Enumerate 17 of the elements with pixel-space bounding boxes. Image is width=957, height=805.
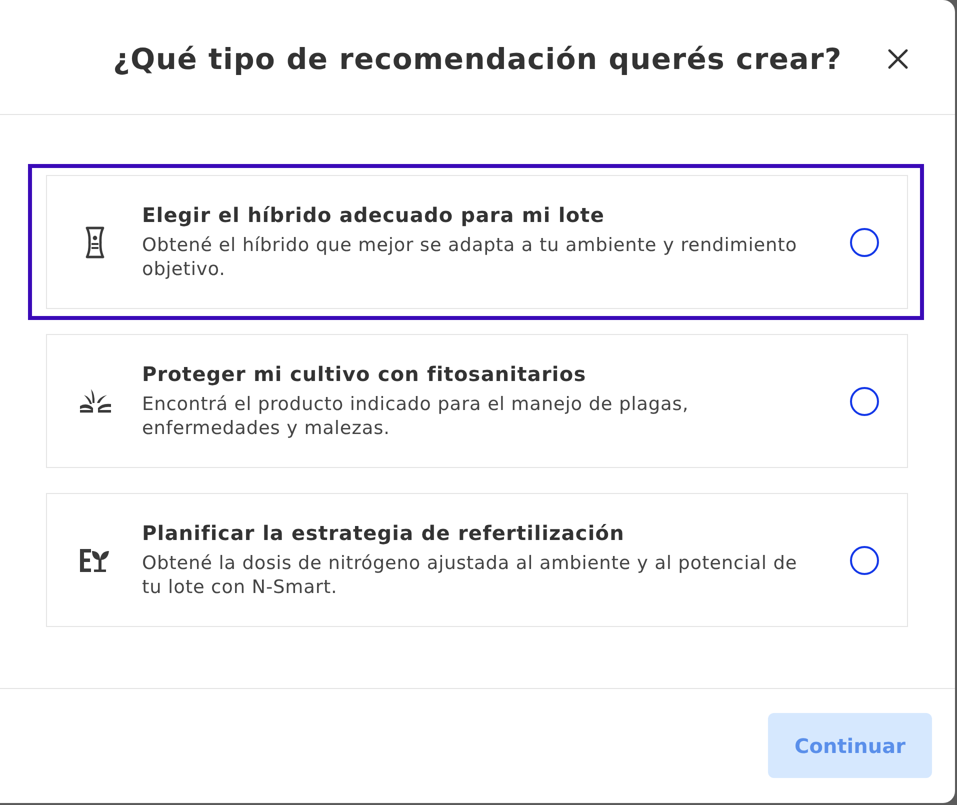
radio-button[interactable] [850, 228, 879, 256]
option-title: Proteger mi cultivo con fitosanitarios [142, 361, 588, 387]
option-description: Obtené el híbrido que mejor se adapta a tu ambiente y rendimiento objetivo. [142, 234, 798, 282]
option-description: Obtené la dosis de nitrógeno ajustada al ambiente y al potencial de tu lote con N-Smart. [142, 552, 798, 600]
seed-bag-icon [84, 226, 106, 258]
option-card[interactable]: Proteger mi cultivo con fitosanitarios Encontrá el producto indicado para el manejo de plagas, enfermedades y malezas. [46, 334, 908, 468]
radio-button[interactable] [850, 546, 879, 574]
sprouts-icon [80, 389, 110, 413]
option-description: Encontrá el producto indicado para el manejo de plagas, enfermedades y malezas. [142, 393, 690, 441]
close-icon [888, 49, 908, 69]
dialog-title: ¿Qué tipo de recomendación querés crear? [113, 42, 842, 76]
option-card[interactable]: Elegir el híbrido adecuado para mi lote Obtené el híbrido que mejor se adapta a tu ambiente y rendimiento objetivo. [46, 175, 908, 309]
option-title: Planificar la estrategia de refertilización [142, 520, 626, 546]
bag-and-seedling-icon [80, 548, 110, 572]
radio-button[interactable] [850, 386, 879, 416]
option-title: Elegir el híbrido adecuado para mi lote [142, 202, 606, 228]
option-card[interactable]: Planificar la estrategia de refertilización Obtené la dosis de nitrógeno ajustada al ambiente y al potencial de tu lote con N-Smart. [46, 493, 908, 627]
